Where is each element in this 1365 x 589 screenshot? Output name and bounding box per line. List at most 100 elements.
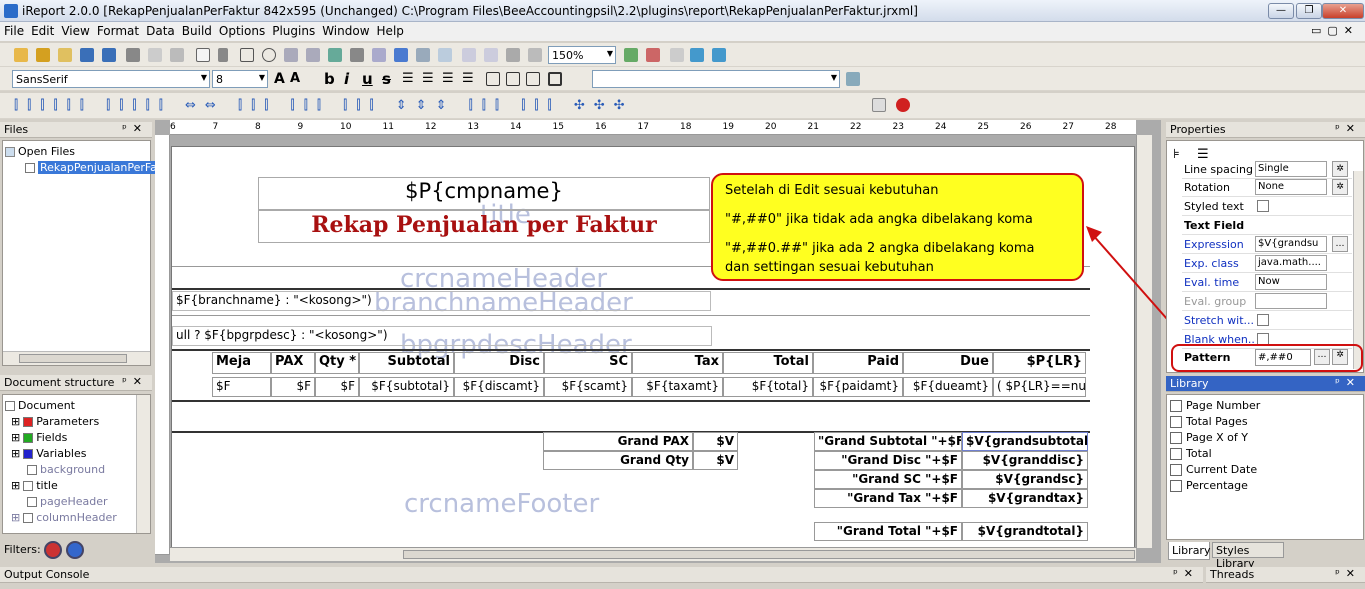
- align-justify-icon[interactable]: ☰: [462, 71, 474, 86]
- border-icon[interactable]: [548, 72, 562, 86]
- detail-cell[interactable]: ( $P{LR}==null: [993, 377, 1086, 397]
- column-header-cell[interactable]: Qty *: [315, 352, 359, 374]
- menu-file[interactable]: File: [0, 22, 27, 38]
- align-left-icon[interactable]: ☰: [402, 71, 414, 86]
- detail-cell[interactable]: $F: [212, 377, 271, 397]
- pattern-input[interactable]: #,##0: [1255, 349, 1311, 366]
- panel-controls[interactable]: ᵖ✕: [122, 122, 148, 135]
- detail-cell[interactable]: $F{taxamt}: [632, 377, 723, 397]
- database-icon[interactable]: [528, 48, 542, 62]
- column-header-cell[interactable]: Subtotal: [359, 352, 454, 374]
- save-all-icon[interactable]: [102, 48, 116, 62]
- library-item[interactable]: Page Number: [1170, 398, 1360, 414]
- font-family-select[interactable]: SansSerif ▼: [12, 70, 210, 88]
- grand-tax-value[interactable]: $V{grandtax}: [962, 489, 1088, 508]
- property-row[interactable]: Text Field: [1182, 216, 1352, 235]
- tree-fields[interactable]: ⊞ Fields: [5, 430, 148, 446]
- grand-disc-value[interactable]: $V{granddisc}: [962, 451, 1088, 470]
- run-icon[interactable]: [690, 48, 704, 62]
- tree-columnheader[interactable]: ⊞ columnHeader: [5, 510, 148, 526]
- pattern-edit-button[interactable]: …: [1314, 349, 1330, 365]
- menu-options[interactable]: Options: [215, 22, 268, 38]
- zoom-select[interactable]: 150% ▼: [548, 46, 616, 64]
- grand-disc-label[interactable]: "Grand Disc "+$F: [814, 451, 962, 470]
- docstruct-controls[interactable]: ᵖ✕: [122, 375, 148, 388]
- detail-cell[interactable]: $F{paidamt}: [813, 377, 903, 397]
- grand-qty-value[interactable]: $V: [693, 451, 738, 470]
- grand-total-label[interactable]: "Grand Total "+$F: [814, 522, 962, 541]
- band-tool-icon[interactable]: [462, 48, 476, 62]
- open-icon[interactable]: [58, 48, 72, 62]
- property-value[interactable]: Now: [1255, 274, 1327, 290]
- styles-library-tab[interactable]: Styles Library: [1212, 542, 1284, 570]
- rectangle-tool-icon[interactable]: [240, 48, 254, 62]
- library-item[interactable]: Percentage: [1170, 478, 1360, 494]
- properties-controls[interactable]: ᵖ✕: [1335, 122, 1361, 135]
- cut-icon[interactable]: [126, 48, 140, 62]
- zoom-out-icon[interactable]: [646, 48, 660, 62]
- property-value[interactable]: [1255, 293, 1327, 309]
- property-row[interactable]: Stretch wit...: [1182, 311, 1352, 330]
- detail-cell[interactable]: $F{scamt}: [544, 377, 632, 397]
- filter-blue-icon[interactable]: [66, 541, 84, 559]
- pointer-tool-icon[interactable]: [196, 48, 210, 62]
- designer-hscrollbar[interactable]: [170, 547, 1136, 561]
- property-button[interactable]: …: [1332, 236, 1348, 252]
- valign-middle-icon[interactable]: [506, 72, 520, 86]
- library-tab[interactable]: Library: [1168, 542, 1210, 560]
- menu-edit[interactable]: Edit: [27, 22, 57, 38]
- menu-help[interactable]: Help: [373, 22, 407, 38]
- style-select[interactable]: ▼: [592, 70, 840, 88]
- cmpname-field[interactable]: $P{cmpname}: [258, 177, 710, 210]
- restore-button[interactable]: ❐: [1296, 3, 1322, 19]
- property-row[interactable]: Eval. group: [1182, 292, 1352, 311]
- detail-cell[interactable]: $F{total}: [723, 377, 813, 397]
- underline-icon[interactable]: u: [362, 70, 373, 88]
- italic-icon[interactable]: i: [344, 70, 349, 88]
- tree-document[interactable]: Document: [5, 398, 148, 414]
- column-header-cell[interactable]: Tax: [632, 352, 723, 374]
- static-text-tool-icon[interactable]: [284, 48, 298, 62]
- docstruct-vscrollbar[interactable]: [136, 395, 150, 533]
- property-row[interactable]: Eval. time Now: [1182, 273, 1352, 292]
- filter-red-icon[interactable]: [44, 541, 62, 559]
- property-button[interactable]: ✲: [1332, 179, 1348, 195]
- menu-build[interactable]: Build: [178, 22, 215, 38]
- grand-total-value[interactable]: $V{grandtotal}: [962, 522, 1088, 541]
- strikethrough-icon[interactable]: s: [382, 70, 391, 88]
- library-item[interactable]: Total Pages: [1170, 414, 1360, 430]
- save-icon[interactable]: [80, 48, 94, 62]
- bold-icon[interactable]: b: [324, 70, 335, 88]
- detail-cell[interactable]: $F: [271, 377, 315, 397]
- chart-tool-icon[interactable]: [394, 48, 408, 62]
- property-row[interactable]: Styled text: [1182, 197, 1352, 216]
- library-item[interactable]: Current Date: [1170, 462, 1360, 478]
- column-header-cell[interactable]: Paid: [813, 352, 903, 374]
- column-header-cell[interactable]: Meja: [212, 352, 271, 374]
- style-edit-icon[interactable]: [846, 72, 860, 86]
- font-size-select[interactable]: 8 ▼: [212, 70, 268, 88]
- fields-icon[interactable]: [506, 48, 520, 62]
- image-tool-icon[interactable]: [328, 48, 342, 62]
- report-title-text[interactable]: Rekap Penjualan per Faktur: [258, 210, 710, 243]
- properties-vscrollbar[interactable]: [1353, 171, 1363, 369]
- wizard-icon[interactable]: [36, 48, 50, 62]
- properties-icon[interactable]: [872, 98, 886, 112]
- detail-cell[interactable]: $F{discamt}: [454, 377, 544, 397]
- detail-cell[interactable]: $F{subtotal}: [359, 377, 454, 397]
- console-controls[interactable]: ᵖ✕: [1173, 567, 1199, 580]
- property-checkbox[interactable]: [1257, 314, 1269, 326]
- text-field-tool-icon[interactable]: [306, 48, 320, 62]
- column-header-cell[interactable]: Total: [723, 352, 813, 374]
- page-tool-icon[interactable]: [484, 48, 498, 62]
- alignment-tools-icons[interactable]: ⫿⫿⫿⫿⫿⫿ ⫿⫿⫿⫿⫿ ⇔⇔ ⫿⫿⫿ ⫿⫿⫿ ⫿⫿⫿ ⇕⇕⇕ ⫿⫿⫿ ⫿⫿⫿ …: [14, 98, 634, 113]
- paste-icon[interactable]: [170, 48, 184, 62]
- align-center-icon[interactable]: ☰: [422, 71, 434, 86]
- library-item[interactable]: Page X of Y: [1170, 430, 1360, 446]
- property-button[interactable]: ✲: [1332, 161, 1348, 177]
- mdi-controls[interactable]: ▭▢✕: [1311, 24, 1359, 37]
- line-tool-icon[interactable]: [218, 48, 228, 62]
- tree-pageheader[interactable]: pageHeader: [5, 494, 148, 510]
- files-hscrollbar[interactable]: [3, 351, 150, 365]
- property-checkbox[interactable]: [1257, 200, 1269, 212]
